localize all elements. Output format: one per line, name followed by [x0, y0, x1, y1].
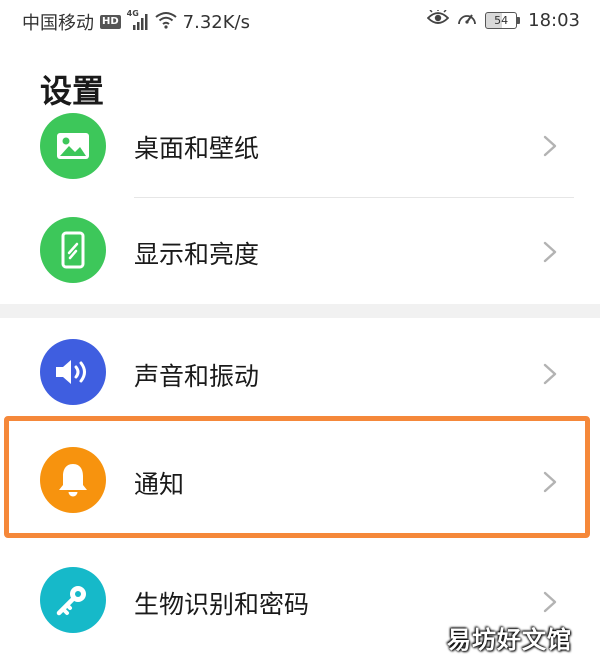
chevron-right-icon	[543, 135, 557, 157]
status-bar: 中国移动 HD 4G 7.32K/s 54 18:03	[0, 0, 600, 40]
settings-item-label: 生物识别和密码	[134, 590, 310, 619]
settings-item-label: 通知	[134, 470, 185, 499]
speedometer-icon	[457, 9, 477, 32]
divider	[134, 197, 574, 198]
signal-icon: 4G	[127, 9, 149, 31]
chevron-right-icon	[543, 241, 557, 263]
speaker-icon	[56, 360, 86, 384]
carrier-label: 中国移动	[22, 13, 94, 34]
eye-comfort-icon	[426, 9, 450, 31]
hd-badge: HD	[100, 15, 121, 29]
settings-item-sound[interactable]: 声音和振动	[0, 322, 600, 422]
settings-item-label: 显示和亮度	[134, 240, 260, 269]
battery-level: 54	[485, 12, 518, 29]
chevron-right-icon	[543, 471, 557, 493]
network-speed: 7.32K/s	[182, 11, 250, 33]
status-left: 中国移动 HD 4G 7.32K/s	[22, 9, 250, 35]
display-icon-circle	[40, 217, 106, 283]
chevron-right-icon	[543, 591, 557, 613]
wifi-icon	[155, 11, 177, 34]
sound-icon-circle	[40, 339, 106, 405]
chevron-right-icon	[543, 363, 557, 385]
biometrics-icon-circle	[40, 567, 106, 633]
settings-item-label: 声音和振动	[134, 362, 260, 391]
battery-icon: 54	[485, 12, 521, 29]
settings-item-label: 桌面和壁纸	[134, 134, 260, 163]
key-icon	[56, 586, 86, 616]
settings-item-wallpaper[interactable]: 桌面和壁纸	[0, 96, 600, 196]
wallpaper-icon-circle	[40, 113, 106, 179]
clock: 18:03	[528, 10, 580, 31]
wallpaper-icon	[57, 133, 89, 159]
status-right: 54 18:03	[426, 9, 580, 32]
network-type-label: 4G	[126, 9, 139, 18]
notifications-icon-circle	[40, 447, 106, 513]
section-separator	[0, 304, 600, 318]
phone-brightness-icon	[61, 231, 85, 269]
watermark: 易坊好文馆	[447, 626, 572, 654]
bell-icon	[59, 464, 87, 497]
settings-item-display[interactable]: 显示和亮度	[0, 200, 600, 300]
settings-item-notifications[interactable]: 通知	[0, 430, 600, 530]
